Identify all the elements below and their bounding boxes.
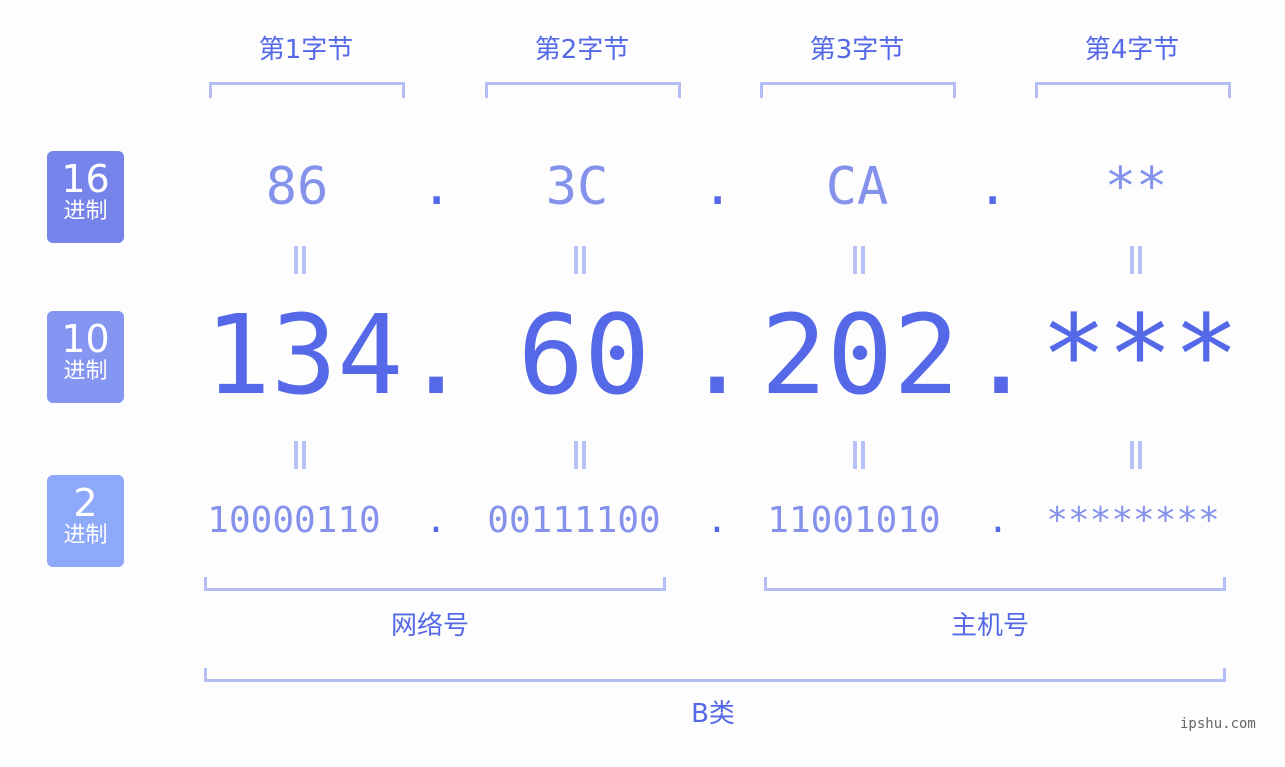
class-bracket: [204, 668, 1226, 682]
hex-byte-3: CA: [825, 157, 889, 217]
byte-4-bracket: [1035, 82, 1231, 98]
dec-badge: 10 进制: [47, 311, 124, 403]
equals-icon: [560, 441, 600, 471]
dec-separator: .: [684, 291, 751, 419]
host-label: 主机号: [950, 611, 1029, 641]
byte-2-label: 第2字节: [534, 35, 630, 65]
hex-byte-2: 3C: [545, 157, 609, 217]
dec-separator: .: [403, 291, 470, 419]
equals-icon: [280, 246, 320, 276]
hex-byte-4: **: [1104, 157, 1168, 217]
hex-badge-number: 16: [61, 157, 110, 201]
bin-badge-label: 进制: [63, 523, 108, 548]
dec-byte-4: ***: [1040, 291, 1240, 419]
hex-separator: .: [702, 157, 734, 217]
byte-1-bracket: [209, 82, 405, 98]
equals-icon: [839, 441, 879, 471]
equals-icon: [280, 441, 320, 471]
equals-icon: [1116, 441, 1156, 471]
hex-badge: 16 进制: [47, 151, 124, 243]
equals-icon: [1116, 246, 1156, 276]
dec-badge-number: 10: [61, 317, 110, 361]
bin-separator: .: [706, 500, 728, 541]
host-bracket: [764, 577, 1226, 591]
network-label: 网络号: [390, 611, 469, 641]
dec-byte-2: 60: [517, 291, 651, 419]
class-label: B类: [691, 699, 735, 729]
dec-byte-1: 134: [204, 291, 404, 419]
hex-byte-1: 86: [265, 157, 329, 217]
byte-3-label: 第3字节: [809, 35, 905, 65]
bin-byte-4: ********: [1046, 500, 1220, 541]
byte-3-bracket: [760, 82, 956, 98]
bin-badge-number: 2: [73, 481, 98, 525]
byte-1-label: 第1字节: [258, 35, 354, 65]
bin-byte-2: 00111100: [487, 500, 661, 541]
equals-icon: [839, 246, 879, 276]
dec-byte-3: 202: [760, 291, 960, 419]
hex-separator: .: [977, 157, 1009, 217]
bin-byte-1: 10000110: [207, 500, 381, 541]
byte-2-bracket: [485, 82, 681, 98]
network-bracket: [204, 577, 666, 591]
dec-badge-label: 进制: [63, 359, 108, 384]
dec-separator: .: [968, 291, 1035, 419]
bin-byte-3: 11001010: [767, 500, 941, 541]
hex-separator: .: [421, 157, 453, 217]
watermark: ipshu.com: [1180, 716, 1256, 732]
equals-icon: [560, 246, 600, 276]
bin-badge: 2 进制: [47, 475, 124, 567]
hex-badge-label: 进制: [63, 199, 108, 224]
byte-4-label: 第4字节: [1084, 35, 1180, 65]
bin-separator: .: [425, 500, 447, 541]
bin-separator: .: [987, 500, 1009, 541]
